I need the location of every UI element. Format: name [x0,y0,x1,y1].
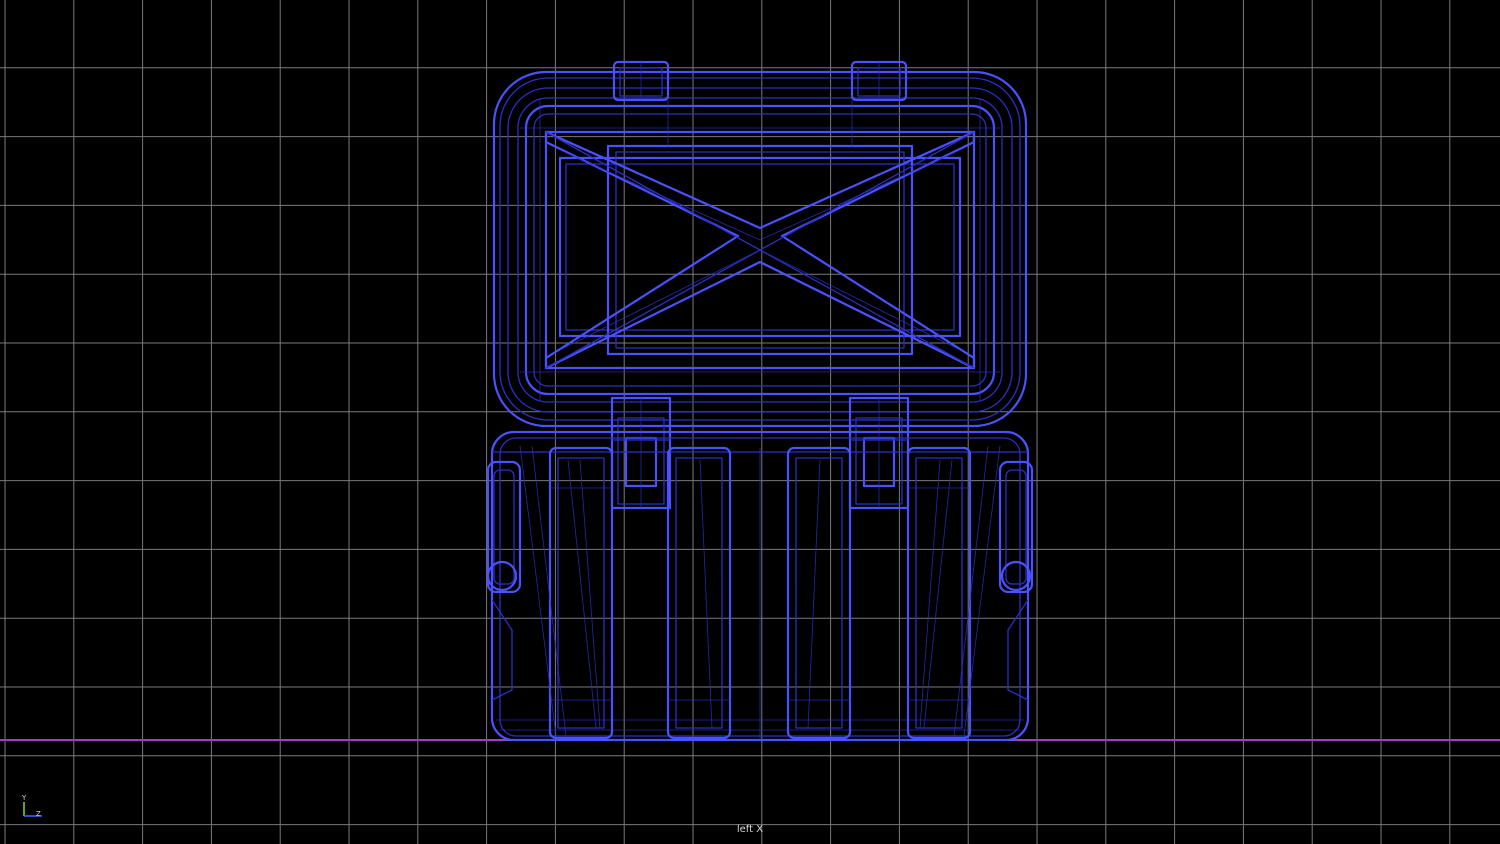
axis-z-label: Z [36,810,41,818]
wireframe-edge [923,459,953,729]
wireframe-edge [699,459,713,729]
axis-gizmo [14,794,48,820]
wireframe-edge [666,446,732,740]
wireframe-edge [548,446,614,740]
camera-name-label: left X [736,824,764,835]
wireframe-edge [1005,469,1027,585]
axis-y-label: Y [22,794,27,802]
crate-body[interactable] [486,430,1034,742]
wireframe-edge [558,156,962,338]
crate-wireframe-model[interactable] [486,60,1034,742]
wireframe-edge [919,459,941,729]
wireframe-edge [567,459,597,729]
wireframe-edge [1007,599,1029,701]
crate-lid[interactable] [492,60,1028,428]
wireframe-edge [786,446,852,740]
grid [0,0,1500,844]
wireframe-edge [492,70,1028,428]
wireframe-edge [906,446,972,740]
wireframe-edge [491,599,513,701]
wireframe-edge [493,469,515,585]
viewport-left-view[interactable]: Y Z left X [0,0,1500,844]
wireframe-edge [579,459,601,729]
viewport-canvas[interactable] [0,0,1500,844]
crate-latch-left[interactable] [610,396,672,510]
wireframe-edge [807,459,821,729]
